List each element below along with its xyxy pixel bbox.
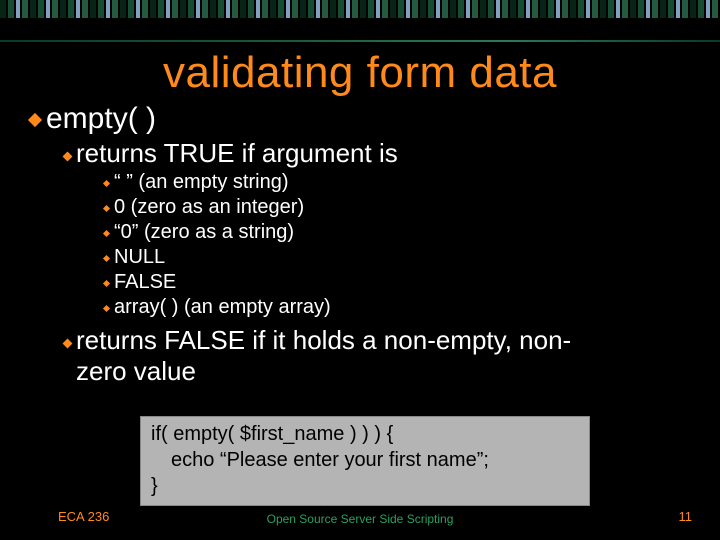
bullet-level3-text: “0” (zero as a string) — [114, 220, 294, 244]
bullet-level3: FALSE — [104, 270, 690, 294]
bullet-level3-text: NULL — [114, 245, 165, 269]
diamond-bullet-icon — [103, 230, 110, 237]
code-line: } — [151, 473, 579, 499]
diamond-bullet-icon — [28, 113, 42, 127]
bullet-level2: returns FALSE if it holds a non-empty, n… — [64, 325, 690, 387]
code-sample-box: if( empty( $first_name ) ) ) { echo “Ple… — [140, 416, 590, 506]
bullet-level3: “ ” (an empty string) — [104, 170, 690, 194]
diamond-bullet-icon — [103, 280, 110, 287]
code-line: echo “Please enter your first name”; — [171, 447, 579, 473]
diamond-bullet-icon — [103, 205, 110, 212]
slide-title: validating form data — [30, 48, 690, 98]
bullet-level2: returns TRUE if argument is — [64, 138, 690, 169]
bullet-level2-text-cont: zero value — [76, 356, 571, 387]
bullet-level3: array( ) (an empty array) — [104, 295, 690, 319]
decorative-top-strip — [0, 0, 720, 18]
footer-course-code: ECA 236 — [58, 509, 109, 524]
bullet-level3-text: “ ” (an empty string) — [114, 170, 288, 194]
diamond-bullet-icon — [103, 305, 110, 312]
slide-body: validating form data empty( ) returns TR… — [0, 48, 720, 387]
bullet-level1-text: empty( ) — [46, 102, 156, 136]
diamond-bullet-icon — [63, 152, 73, 162]
bullet-level3-text: FALSE — [114, 270, 176, 294]
bullet-level3-text: array( ) (an empty array) — [114, 295, 331, 319]
bullet-level3: “0” (zero as a string) — [104, 220, 690, 244]
bullet-level3-text: 0 (zero as an integer) — [114, 195, 304, 219]
bullet-level2-text: returns FALSE if it holds a non-empty, n… — [76, 325, 571, 356]
bullet-level1: empty( ) — [30, 102, 690, 136]
bullet-level2-text: returns TRUE if argument is — [76, 138, 398, 169]
code-line: if( empty( $first_name ) ) ) { — [151, 421, 579, 447]
bullet-level3: 0 (zero as an integer) — [104, 195, 690, 219]
footer-page-number: 11 — [679, 509, 693, 524]
bullet-level3: NULL — [104, 245, 690, 269]
footer-subtitle: Open Source Server Side Scripting — [267, 512, 454, 526]
diamond-bullet-icon — [103, 255, 110, 262]
diamond-bullet-icon — [63, 339, 73, 349]
decorative-divider — [0, 40, 720, 42]
diamond-bullet-icon — [103, 180, 110, 187]
